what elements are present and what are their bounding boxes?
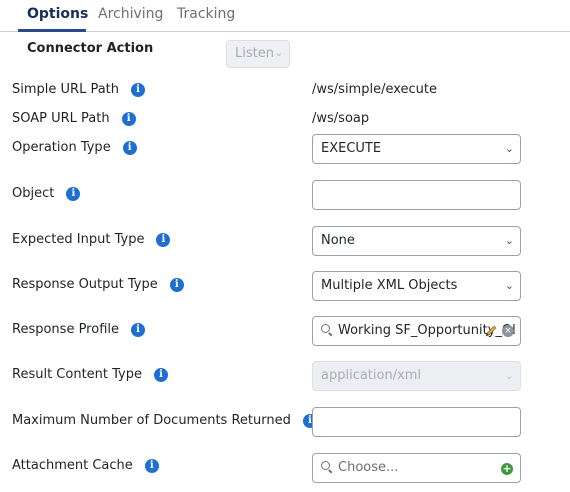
expected-input-type-select[interactable]: None ⌄ (312, 226, 521, 256)
object-input[interactable] (312, 180, 521, 210)
attachment-cache-placeholder: Choose... (338, 460, 399, 475)
chevron-down-icon: ⌄ (504, 369, 514, 382)
max-documents-label: Maximum Number of Documents Returned i (12, 413, 317, 428)
expected-input-type-label: Expected Input Type i (12, 232, 171, 247)
connector-action-label: Connector Action (27, 41, 154, 56)
info-icon[interactable]: i (121, 111, 136, 126)
response-output-type-label: Response Output Type i (12, 277, 184, 292)
simple-url-path-label: Simple URL Path i (12, 82, 146, 97)
info-icon[interactable]: i (66, 186, 81, 201)
search-icon (321, 323, 333, 336)
attachment-cache-label: Attachment Cache i (12, 458, 159, 473)
info-icon[interactable]: i (169, 277, 184, 292)
tab-archiving[interactable]: Archiving (98, 6, 163, 22)
response-output-type-label-text: Response Output Type (12, 277, 158, 292)
expected-input-type-label-text: Expected Input Type (12, 232, 145, 247)
expected-input-type-value: None (321, 233, 355, 248)
connector-action-value: Listen (235, 46, 274, 61)
chevron-down-icon: ⌄ (274, 48, 283, 59)
attachment-cache-label-text: Attachment Cache (12, 458, 133, 473)
response-profile-label-text: Response Profile (12, 322, 119, 337)
chevron-down-icon: ⌄ (504, 142, 514, 155)
response-output-type-value: Multiple XML Objects (321, 278, 458, 293)
result-content-type-select: application/xml ⌄ (312, 361, 521, 391)
operation-type-select[interactable]: EXECUTE ⌄ (312, 134, 521, 164)
chevron-down-icon: ⌄ (504, 234, 514, 247)
tab-options[interactable]: Options (27, 6, 88, 22)
operation-type-value: EXECUTE (321, 141, 382, 156)
result-content-type-value: application/xml (321, 368, 422, 383)
response-output-type-select[interactable]: Multiple XML Objects ⌄ (312, 271, 521, 301)
info-icon[interactable]: i (131, 82, 146, 97)
soap-url-path-label-text: SOAP URL Path (12, 111, 110, 126)
simple-url-path-label-text: Simple URL Path (12, 82, 120, 97)
result-content-type-label-text: Result Content Type (12, 367, 142, 382)
soap-url-path-value: /ws/soap (312, 111, 370, 126)
max-documents-label-text: Maximum Number of Documents Returned (12, 413, 291, 428)
info-icon[interactable]: i (122, 140, 137, 155)
info-icon[interactable]: i (156, 232, 171, 247)
response-profile-picker[interactable]: Working SF_Opportunity_Ol × (312, 316, 521, 346)
operation-type-label-text: Operation Type (12, 140, 111, 155)
tab-bar: Options Archiving Tracking (0, 0, 570, 32)
active-tab-indicator (18, 29, 86, 32)
max-documents-input[interactable] (312, 407, 521, 437)
connector-action-select: Listen ⌄ (226, 40, 290, 68)
object-label-text: Object (12, 186, 55, 201)
attachment-cache-picker[interactable]: Choose... + (312, 453, 521, 483)
clear-icon[interactable]: × (502, 325, 514, 337)
response-profile-label: Response Profile i (12, 322, 145, 337)
info-icon[interactable]: i (131, 322, 145, 337)
tab-tracking[interactable]: Tracking (177, 6, 235, 22)
search-icon (321, 460, 333, 473)
chevron-down-icon: ⌄ (504, 279, 514, 292)
object-label: Object i (12, 186, 81, 201)
simple-url-path-value: /ws/simple/execute (312, 82, 437, 97)
operation-type-label: Operation Type i (12, 140, 137, 155)
soap-url-path-label: SOAP URL Path i (12, 111, 136, 126)
add-icon[interactable]: + (501, 463, 513, 475)
info-icon[interactable]: i (154, 367, 168, 382)
result-content-type-label: Result Content Type i (12, 367, 168, 382)
pencil-icon[interactable] (484, 324, 498, 338)
info-icon[interactable]: i (144, 458, 159, 473)
